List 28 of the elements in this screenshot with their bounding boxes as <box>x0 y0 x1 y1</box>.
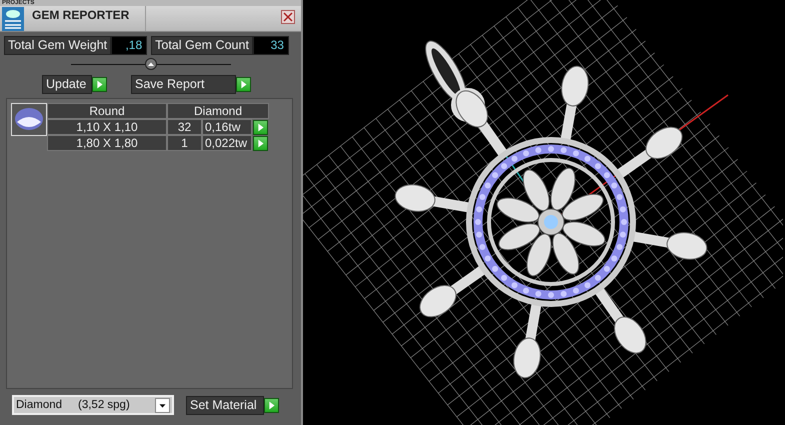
action-button[interactable]: Update <box>42 75 92 94</box>
caret-icon <box>146 61 154 67</box>
material-header: Diamond <box>167 103 269 119</box>
stat-label: Total Gem Weight <box>4 36 112 55</box>
report-icon <box>2 7 24 31</box>
caret-icon <box>155 398 170 412</box>
play-button[interactable] <box>236 77 251 92</box>
play-button[interactable] <box>253 136 268 150</box>
stat-label: Total Gem Count <box>151 36 253 55</box>
material-dropdown[interactable]: Diamond (3,52 spg) <box>12 395 174 415</box>
gem-size: 1,80 X 1,80 <box>47 135 167 151</box>
gem-count: 1 <box>167 135 202 151</box>
play-button[interactable] <box>253 120 268 134</box>
shape-header: Round <box>47 103 167 119</box>
gem-thumbnail <box>11 103 47 136</box>
play-button[interactable] <box>92 77 107 92</box>
collapse-button[interactable] <box>144 58 156 70</box>
stat-value: 33 <box>252 36 289 55</box>
set-material-button[interactable]: Set Material <box>186 396 264 414</box>
stat-value: ,18 <box>111 36 148 55</box>
action-button[interactable]: Save Report <box>131 75 236 94</box>
gem-size: 1,10 X 1,10 <box>47 119 167 135</box>
play-button[interactable] <box>264 398 279 412</box>
gem-weight: 0,16tw <box>202 119 252 135</box>
panel-title: GEM REPORTER <box>26 6 146 31</box>
gem-weight: 0,022tw <box>202 135 252 151</box>
close-button[interactable] <box>281 10 295 24</box>
gem-count: 32 <box>167 119 202 135</box>
